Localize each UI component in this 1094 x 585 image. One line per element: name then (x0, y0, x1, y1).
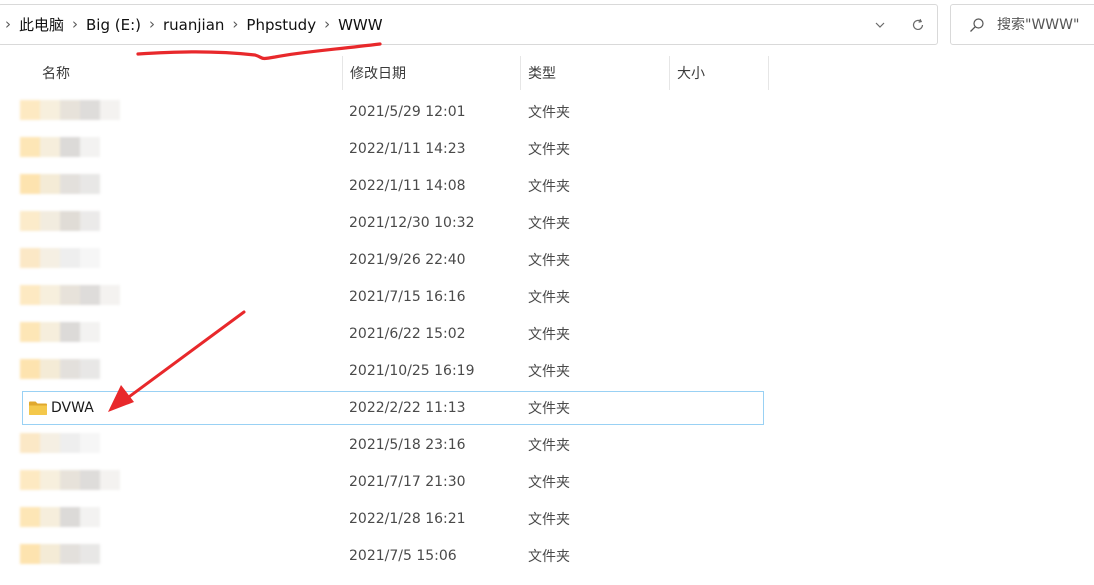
redacted-file-name (20, 211, 100, 231)
breadcrumb-item-drive[interactable]: Big (E:) (86, 16, 141, 34)
modified-date: 2021/10/25 16:19 (349, 363, 475, 379)
file-row[interactable]: 2021/5/18 23:16 文件夹 (20, 428, 764, 462)
column-header-size-label: 大小 (677, 66, 705, 82)
file-row[interactable]: 2021/6/22 15:02 文件夹 (20, 317, 764, 351)
file-row[interactable]: 2021/10/25 16:19 文件夹 (20, 354, 764, 388)
redacted-file-name (20, 174, 100, 194)
redacted-file-name (20, 470, 120, 490)
column-header-date-label: 修改日期 (350, 66, 406, 82)
modified-date: 2021/7/15 16:16 (349, 289, 466, 305)
modified-date: 2021/6/22 15:02 (349, 326, 466, 342)
modified-date: 2022/1/11 14:23 (349, 141, 466, 157)
chevron-right-icon[interactable]: › (64, 17, 86, 32)
redacted-file-name (20, 248, 100, 268)
refresh-icon (912, 18, 924, 30)
chevron-right-icon[interactable]: › (141, 17, 163, 32)
file-type: 文件夹 (528, 253, 570, 269)
modified-date: 2021/9/26 22:40 (349, 252, 466, 268)
file-row[interactable]: 2021/5/29 12:01 文件夹 (20, 95, 764, 129)
column-header-type-label: 类型 (528, 66, 556, 82)
refresh-button[interactable] (899, 5, 937, 44)
search-input[interactable] (997, 16, 1094, 33)
modified-date: 2022/1/11 14:08 (349, 178, 466, 194)
file-row[interactable]: 2021/7/15 16:16 文件夹 (20, 280, 764, 314)
modified-date: 2021/12/30 10:32 (349, 215, 475, 231)
modified-date: 2021/7/5 15:06 (349, 548, 457, 564)
file-row[interactable]: DVWA 2022/2/22 11:13 文件夹 (22, 391, 764, 425)
file-type: 文件夹 (528, 142, 570, 158)
redacted-file-name (20, 544, 100, 564)
file-row[interactable]: 2022/1/28 16:21 文件夹 (20, 502, 764, 536)
folder-icon (29, 401, 47, 415)
chevron-right-icon[interactable]: › (3, 17, 19, 32)
column-header-type[interactable]: 类型 (520, 56, 669, 90)
folder-icon-cell (28, 392, 48, 424)
modified-date: 2021/7/17 21:30 (349, 474, 466, 490)
column-header-date[interactable]: 修改日期 (342, 56, 520, 90)
address-bar[interactable]: › 此电脑 › Big (E:) › ruanjian › Phpstudy ›… (0, 4, 938, 45)
file-type: 文件夹 (528, 438, 570, 454)
redacted-file-name (20, 137, 100, 157)
column-header-name[interactable]: 名称 (34, 56, 342, 90)
chevron-right-icon[interactable]: › (316, 17, 338, 32)
redacted-file-name (20, 322, 100, 342)
file-type: 文件夹 (528, 327, 570, 343)
chevron-right-icon[interactable]: › (224, 17, 246, 32)
breadcrumb-item-www[interactable]: WWW (338, 16, 383, 34)
modified-date: 2022/2/22 11:13 (349, 400, 466, 416)
file-row[interactable]: 2021/9/26 22:40 文件夹 (20, 243, 764, 277)
file-row[interactable]: 2021/7/5 15:06 文件夹 (20, 539, 764, 573)
file-type: 文件夹 (528, 364, 570, 380)
redacted-file-name (20, 285, 120, 305)
redacted-file-name (20, 359, 100, 379)
search-icon (970, 17, 984, 32)
file-type: 文件夹 (528, 475, 570, 491)
column-header-size[interactable]: 大小 (669, 56, 768, 90)
redacted-file-name (20, 507, 100, 527)
file-type: 文件夹 (528, 105, 570, 121)
file-type: 文件夹 (528, 401, 570, 417)
file-type: 文件夹 (528, 549, 570, 565)
breadcrumb-item-phpstudy[interactable]: Phpstudy (246, 16, 316, 34)
file-name[interactable]: DVWA (51, 392, 94, 424)
modified-date: 2021/5/18 23:16 (349, 437, 466, 453)
address-history-button[interactable] (861, 5, 899, 44)
search-box[interactable] (950, 4, 1094, 45)
file-row[interactable]: 2021/7/17 21:30 文件夹 (20, 465, 764, 499)
file-row[interactable]: 2022/1/11 14:08 文件夹 (20, 169, 764, 203)
redacted-file-name (20, 433, 100, 453)
breadcrumb-item-this-pc[interactable]: 此电脑 (19, 14, 64, 35)
redacted-file-name (20, 100, 120, 120)
column-divider[interactable] (768, 56, 769, 90)
column-header-name-label: 名称 (42, 66, 70, 82)
file-row[interactable]: 2021/12/30 10:32 文件夹 (20, 206, 764, 240)
file-type: 文件夹 (528, 290, 570, 306)
file-type: 文件夹 (528, 512, 570, 528)
modified-date: 2022/1/28 16:21 (349, 511, 466, 527)
breadcrumb-item-ruanjian[interactable]: ruanjian (163, 16, 224, 34)
modified-date: 2021/5/29 12:01 (349, 104, 466, 120)
file-type: 文件夹 (528, 179, 570, 195)
file-row[interactable]: 2022/1/11 14:23 文件夹 (20, 132, 764, 166)
file-type: 文件夹 (528, 216, 570, 232)
breadcrumb: › 此电脑 › Big (E:) › ruanjian › Phpstudy ›… (0, 5, 861, 44)
chevron-down-icon (875, 22, 885, 28)
